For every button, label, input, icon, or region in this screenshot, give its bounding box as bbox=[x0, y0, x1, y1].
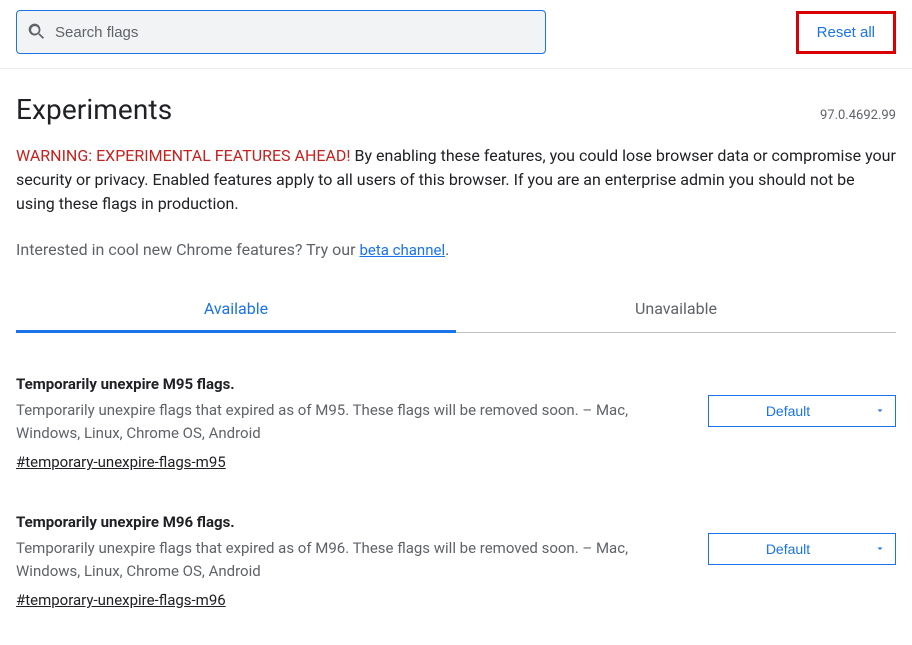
interest-prefix: Interested in cool new Chrome features? … bbox=[16, 240, 359, 259]
search-field[interactable] bbox=[16, 10, 546, 54]
top-bar: Reset all bbox=[0, 0, 912, 69]
warning-prefix: WARNING: EXPERIMENTAL FEATURES AHEAD! bbox=[16, 146, 351, 165]
flag-select-wrap: Default bbox=[708, 533, 896, 565]
reset-highlight-box: Reset all bbox=[796, 11, 896, 54]
tab-available[interactable]: Available bbox=[16, 287, 456, 333]
flag-description: Temporarily unexpire flags that expired … bbox=[16, 399, 680, 444]
flag-anchor-link[interactable]: #temporary-unexpire-flags-m95 bbox=[16, 453, 226, 471]
flag-anchor-link[interactable]: #temporary-unexpire-flags-m96 bbox=[16, 591, 226, 609]
flag-item: Temporarily unexpire M96 flags. Temporar… bbox=[16, 513, 896, 609]
warning-paragraph: WARNING: EXPERIMENTAL FEATURES AHEAD! By… bbox=[16, 144, 896, 216]
flag-description: Temporarily unexpire flags that expired … bbox=[16, 537, 680, 582]
flag-select-wrap: Default bbox=[708, 395, 896, 427]
interest-suffix: . bbox=[445, 240, 449, 259]
flag-text: Temporarily unexpire M96 flags. Temporar… bbox=[16, 513, 708, 609]
interest-paragraph: Interested in cool new Chrome features? … bbox=[16, 240, 896, 259]
tab-bar: Available Unavailable bbox=[16, 287, 896, 333]
flag-title: Temporarily unexpire M96 flags. bbox=[16, 513, 680, 531]
beta-channel-link[interactable]: beta channel bbox=[359, 241, 445, 259]
search-input[interactable] bbox=[47, 24, 535, 41]
flag-state-select[interactable]: Default bbox=[708, 533, 896, 565]
title-row: Experiments 97.0.4692.99 bbox=[16, 93, 896, 126]
reset-all-button[interactable]: Reset all bbox=[805, 18, 887, 47]
content-area: Experiments 97.0.4692.99 WARNING: EXPERI… bbox=[0, 93, 912, 609]
search-icon bbox=[27, 22, 47, 42]
page-title: Experiments bbox=[16, 93, 172, 126]
tab-unavailable[interactable]: Unavailable bbox=[456, 287, 896, 333]
flag-title: Temporarily unexpire M95 flags. bbox=[16, 375, 680, 393]
version-text: 97.0.4692.99 bbox=[820, 108, 896, 123]
flag-state-select[interactable]: Default bbox=[708, 395, 896, 427]
flag-text: Temporarily unexpire M95 flags. Temporar… bbox=[16, 375, 708, 471]
flag-item: Temporarily unexpire M95 flags. Temporar… bbox=[16, 375, 896, 471]
